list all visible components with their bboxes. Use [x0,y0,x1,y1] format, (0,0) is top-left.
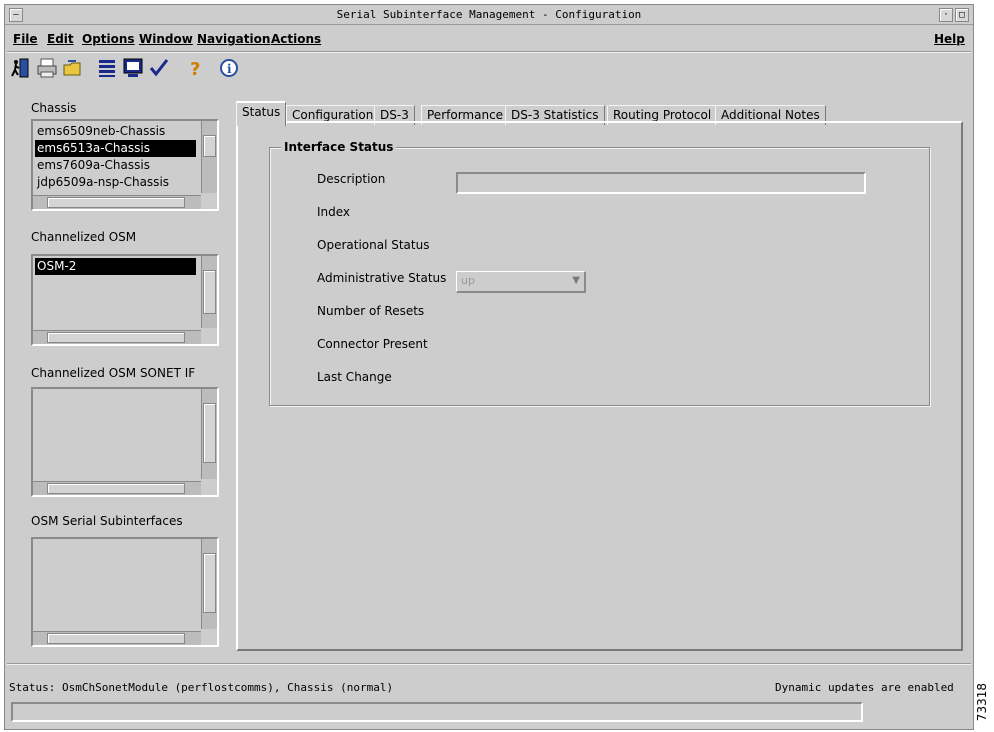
administrative-status-value: up [461,274,475,287]
administrative-status-select[interactable]: up ▼ [456,271,586,293]
menu-window[interactable]: Window [139,32,193,46]
menu-edit[interactable]: Edit [47,32,74,46]
last-change-label: Last Change [317,370,392,384]
menu-navigation[interactable]: Navigation [197,32,270,46]
osm-hscroll[interactable] [33,330,201,344]
sonet-hscroll[interactable] [33,481,201,495]
subinterfaces-list[interactable] [31,537,219,647]
print-icon[interactable] [35,56,59,80]
svg-text:i: i [227,62,232,76]
osm-vscroll-thumb[interactable] [203,270,216,314]
window-menu-icon[interactable]: – [9,8,23,22]
svg-text:?: ? [190,59,200,79]
chassis-list[interactable]: ems6509neb-Chassis ems6513a-Chassis ems760… [31,119,219,211]
list-icon[interactable] [95,56,119,80]
sonet-if-label: Channelized OSM SONET IF [31,366,196,380]
channelized-osm-label: Channelized OSM [31,230,137,244]
subif-vscroll-thumb[interactable] [203,553,216,613]
chassis-hscroll[interactable] [33,195,201,209]
description-input[interactable] [456,172,866,194]
figure-id: 73318 [975,683,989,722]
list-item[interactable]: jdp6509a-nsp-Chassis [35,174,196,191]
monitor-icon[interactable] [121,56,145,80]
menu-help[interactable]: Help [934,32,965,46]
menu-options[interactable]: Options [82,32,135,46]
status-bar: Status: OsmChSonetModule (perflostcomms)… [9,681,975,699]
chassis-rows: ems6509neb-Chassis ems6513a-Chassis ems760… [35,123,196,191]
menu-actions[interactable]: Actions [271,32,321,46]
sonet-vscroll-thumb[interactable] [203,403,216,463]
sonet-if-list[interactable] [31,387,219,497]
status-separator [7,663,971,665]
main-window: – Serial Subinterface Management - Confi… [4,4,974,730]
subinterfaces-label: OSM Serial Subinterfaces [31,514,183,528]
minimize-icon[interactable]: · [939,8,953,22]
dynamic-updates-text: Dynamic updates are enabled [775,681,954,694]
chassis-hscroll-thumb[interactable] [47,197,185,208]
list-item[interactable]: OSM-2 [35,258,196,275]
list-item[interactable]: ems6509neb-Chassis [35,123,196,140]
description-label: Description [317,172,386,186]
chassis-label: Chassis [31,101,77,115]
chassis-vscroll[interactable] [201,121,217,193]
help-question-icon[interactable]: ? [183,56,207,80]
administrative-status-label: Administrative Status [317,271,447,285]
list-item[interactable]: ems6513a-Chassis [35,140,196,157]
title-bar: – Serial Subinterface Management - Confi… [5,5,973,25]
window-title: Serial Subinterface Management - Configu… [336,8,642,21]
chevron-down-icon[interactable]: ▼ [572,275,580,286]
interface-status-title: Interface Status [281,140,397,154]
operational-status-label: Operational Status [317,238,430,252]
checkmark-icon[interactable] [147,56,171,80]
menu-bar: File Edit Options Window Navigation Acti… [5,27,973,51]
exit-icon[interactable] [9,56,33,80]
subif-vscroll[interactable] [201,539,217,629]
list-item[interactable]: ems7609a-Chassis [35,157,196,174]
tab-status[interactable]: Status [236,101,287,126]
toolbar: ? i [5,53,973,83]
connector-present-label: Connector Present [317,337,428,351]
sonet-hscroll-thumb[interactable] [47,483,185,494]
osm-rows: OSM-2 [35,258,196,275]
status-text: Status: OsmChSonetModule (perflostcomms)… [9,681,394,694]
channelized-osm-list[interactable]: OSM-2 [31,254,219,346]
progress-bar [11,702,863,722]
chassis-vscroll-thumb[interactable] [203,135,216,157]
maximize-icon[interactable]: □ [955,8,969,22]
index-label: Index [317,205,351,219]
number-of-resets-label: Number of Resets [317,304,425,318]
open-folder-icon[interactable] [61,56,85,80]
menu-file[interactable]: File [13,32,38,46]
info-icon[interactable]: i [217,56,241,80]
sonet-vscroll[interactable] [201,389,217,479]
osm-hscroll-thumb[interactable] [47,332,185,343]
subif-hscroll-thumb[interactable] [47,633,185,644]
osm-vscroll[interactable] [201,256,217,328]
subif-hscroll[interactable] [33,631,201,645]
